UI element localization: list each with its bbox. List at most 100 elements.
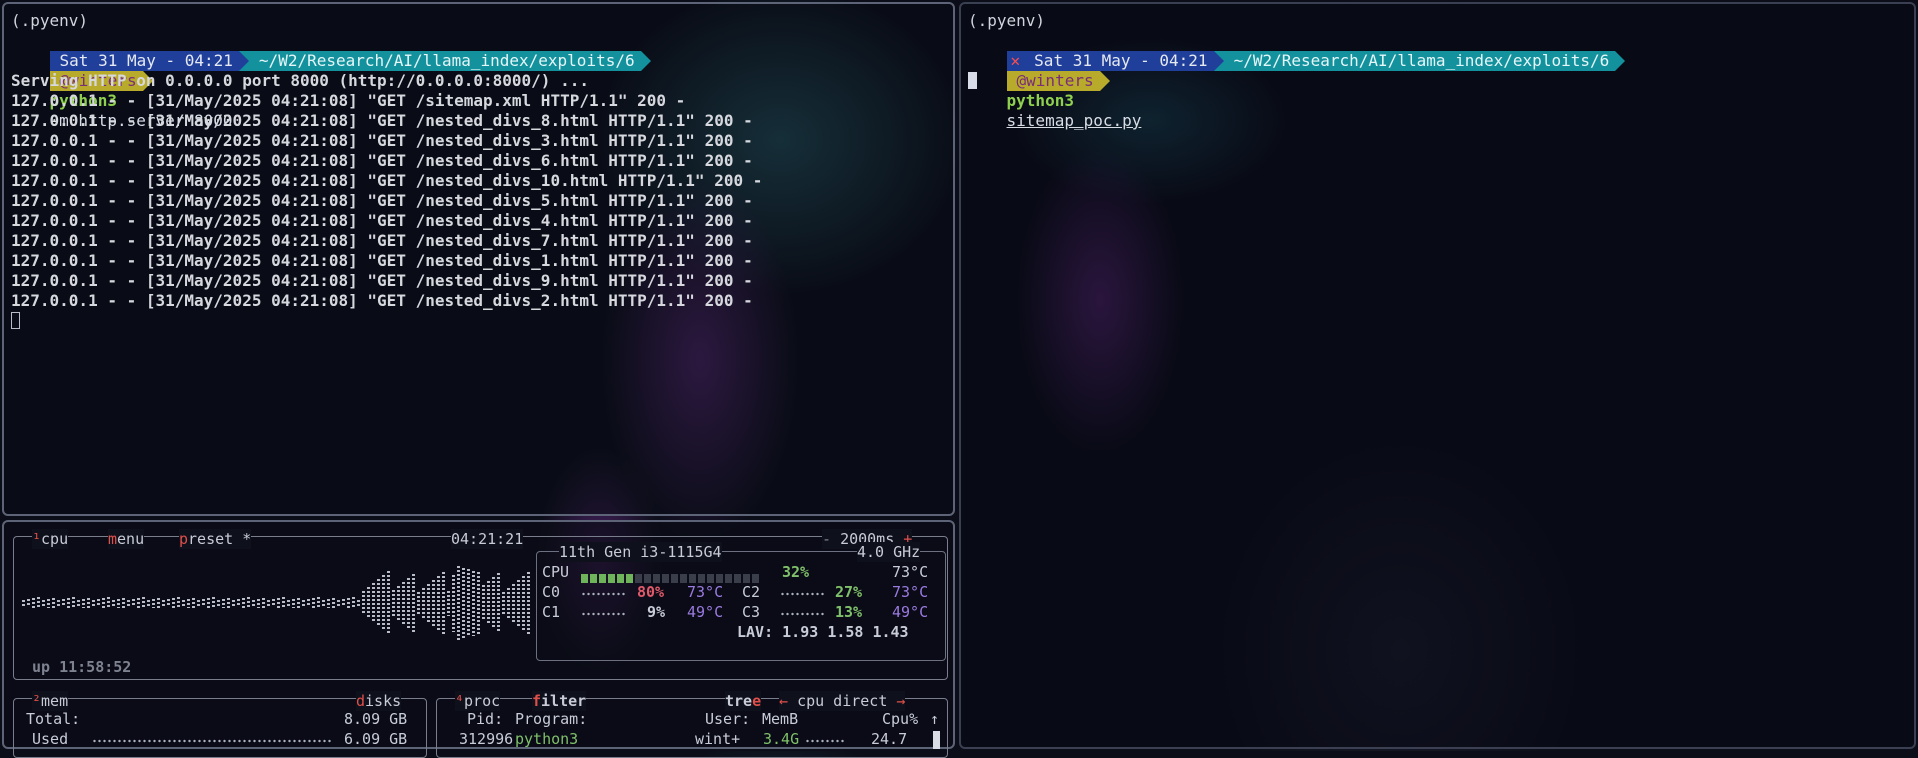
prompt-path: ~/W2/Research/AI/llama_index/exploits/6 xyxy=(1223,51,1616,71)
sort-selector[interactable]: ← cpu direct → xyxy=(779,691,906,711)
col-user[interactable]: User: xyxy=(705,709,750,729)
cpu-graph-column xyxy=(207,598,210,608)
cpu-graph-column xyxy=(407,577,410,629)
left-terminal-pane[interactable]: (.pyenv) Sat 31 May - 04:21 ~/W2/Research… xyxy=(2,2,955,516)
cpu-graph-column xyxy=(117,598,120,608)
cpu-graph-column xyxy=(307,599,310,607)
core-temp: 49°C xyxy=(892,603,929,621)
cpu-graph-column xyxy=(232,600,235,606)
filter-label: ilter xyxy=(541,692,587,710)
filter-button[interactable]: filter xyxy=(532,691,587,711)
core-sparkline xyxy=(780,612,826,616)
core-label: C2 xyxy=(742,583,761,601)
sort-next-icon[interactable]: → xyxy=(896,692,905,710)
cpu-total-percent: 32% xyxy=(782,563,810,581)
core-temp: 49°C xyxy=(687,603,724,621)
lav-label: LAV: xyxy=(737,623,774,641)
cpu-graph-column xyxy=(432,580,435,626)
cpu-graph-column xyxy=(67,598,70,608)
cpu-graph-column xyxy=(212,597,215,609)
col-program[interactable]: Program: xyxy=(515,709,587,729)
cpu-graph-column xyxy=(242,598,245,608)
proc-tab[interactable]: proc xyxy=(464,692,500,710)
right-terminal-pane[interactable]: (.pyenv) ✕ Sat 31 May - 04:21 ~/W2/Researc… xyxy=(959,2,1916,749)
core-temp: 73°C xyxy=(892,583,929,601)
uptime: up 11:58:52 xyxy=(32,658,132,676)
log-line: 127.0.0.1 - - [31/May/2025 04:21:08] "GE… xyxy=(11,171,763,190)
col-mem[interactable]: MemB xyxy=(762,709,798,729)
command-program: python3 xyxy=(1006,91,1074,110)
proc-tab-number: ⁴ xyxy=(455,692,465,710)
log-line: 127.0.0.1 - - [31/May/2025 04:21:08] "GE… xyxy=(11,131,753,150)
lav-1min: 1.93 xyxy=(782,623,819,641)
cpu-graph-column xyxy=(72,597,75,609)
powerline-separator-icon xyxy=(1213,51,1224,71)
cpu-graph-column xyxy=(147,599,150,607)
sort-prev-icon[interactable]: ← xyxy=(779,692,788,710)
proc-box: ⁴proc filter tree ← cpu direct → Pid: Pr… xyxy=(436,691,948,758)
cpu-graph-column xyxy=(502,591,505,615)
cpu-graph-column xyxy=(417,592,420,614)
menu-hotkey: m xyxy=(108,530,118,548)
cpu-graph-column xyxy=(347,598,350,608)
interval-minus[interactable]: - xyxy=(822,530,831,548)
cpu-graph-column xyxy=(462,567,465,639)
proc-box-title: ⁴proc xyxy=(455,691,501,711)
sort-direction-icon[interactable]: ↑ xyxy=(930,709,939,729)
core-sparkline xyxy=(581,612,627,616)
cpu-frequency: 4.0 GHz xyxy=(857,542,921,562)
btop-pane[interactable]: ¹cpu menu preset * 04:21:21 - 2000ms + u… xyxy=(2,520,955,758)
cpu-graph-column xyxy=(197,600,200,606)
cpu-graph-column xyxy=(342,599,345,607)
log-line: 127.0.0.1 - - [31/May/2025 04:21:08] "GE… xyxy=(11,111,753,130)
mem-used-meter xyxy=(92,739,332,743)
cpu-graph-column xyxy=(472,570,475,636)
cpu-graph-column xyxy=(512,583,515,623)
prompt-user: @winters xyxy=(1006,71,1100,91)
scrollbar-thumb[interactable] xyxy=(933,731,940,749)
cpu-graph-column xyxy=(482,585,485,621)
cpu-box: ¹cpu menu preset * 04:21:21 - 2000ms + u… xyxy=(13,529,948,680)
cpu-graph-column xyxy=(362,591,365,615)
cpu-graph-column xyxy=(317,597,320,609)
cpu-tab[interactable]: cpu xyxy=(41,530,68,548)
terminal-cursor xyxy=(11,312,20,329)
disks-button[interactable]: disks xyxy=(356,691,402,711)
cpu-graph-column xyxy=(402,581,405,625)
cpu-bar-segment xyxy=(599,574,606,583)
cpu-graph-column xyxy=(297,597,300,609)
cpu-graph-column xyxy=(522,575,525,631)
proc-user: wint+ xyxy=(695,730,741,748)
cpu-box-title: ¹cpu xyxy=(32,529,69,549)
log-line: 127.0.0.1 - - [31/May/2025 04:21:08] "GE… xyxy=(11,291,753,310)
cpu-graph-column xyxy=(412,573,415,633)
cpu-graph-column xyxy=(292,598,295,608)
cpu-graph-column xyxy=(372,583,375,623)
menu-button[interactable]: menu xyxy=(108,529,145,549)
cpu-graph-column xyxy=(87,597,90,609)
tree-button[interactable]: tree xyxy=(725,691,762,711)
cpu-graph-column xyxy=(272,599,275,607)
tree-hotkey: e xyxy=(752,692,762,710)
lav-15min: 1.43 xyxy=(872,623,909,641)
cpu-total-bar xyxy=(581,568,761,583)
mem-tab-number: ² xyxy=(32,692,42,710)
log-line: 127.0.0.1 - - [31/May/2025 04:21:08] "GE… xyxy=(11,151,753,170)
col-pid[interactable]: Pid: xyxy=(467,709,503,729)
cpu-graph-column xyxy=(227,597,230,609)
cpu-graph-column xyxy=(172,598,175,608)
mem-tab[interactable]: mem xyxy=(41,692,68,710)
cpu-bar-segment xyxy=(590,574,597,583)
col-cpu[interactable]: Cpu% xyxy=(882,709,918,729)
cpu-graph-column xyxy=(247,597,250,609)
cpu-graph-column xyxy=(47,598,50,608)
preset-button[interactable]: preset * xyxy=(179,529,252,549)
cpu-bar-segment xyxy=(734,574,741,583)
menu-label: enu xyxy=(117,530,145,548)
cpu-graph-column xyxy=(387,571,390,635)
mem-used-label: Used xyxy=(32,730,69,748)
core-percent: 9% xyxy=(647,603,666,621)
cpu-graph-column xyxy=(427,584,430,622)
log-line: 127.0.0.1 - - [31/May/2025 04:21:08] "GE… xyxy=(11,271,753,290)
terminal-cursor xyxy=(968,72,977,89)
